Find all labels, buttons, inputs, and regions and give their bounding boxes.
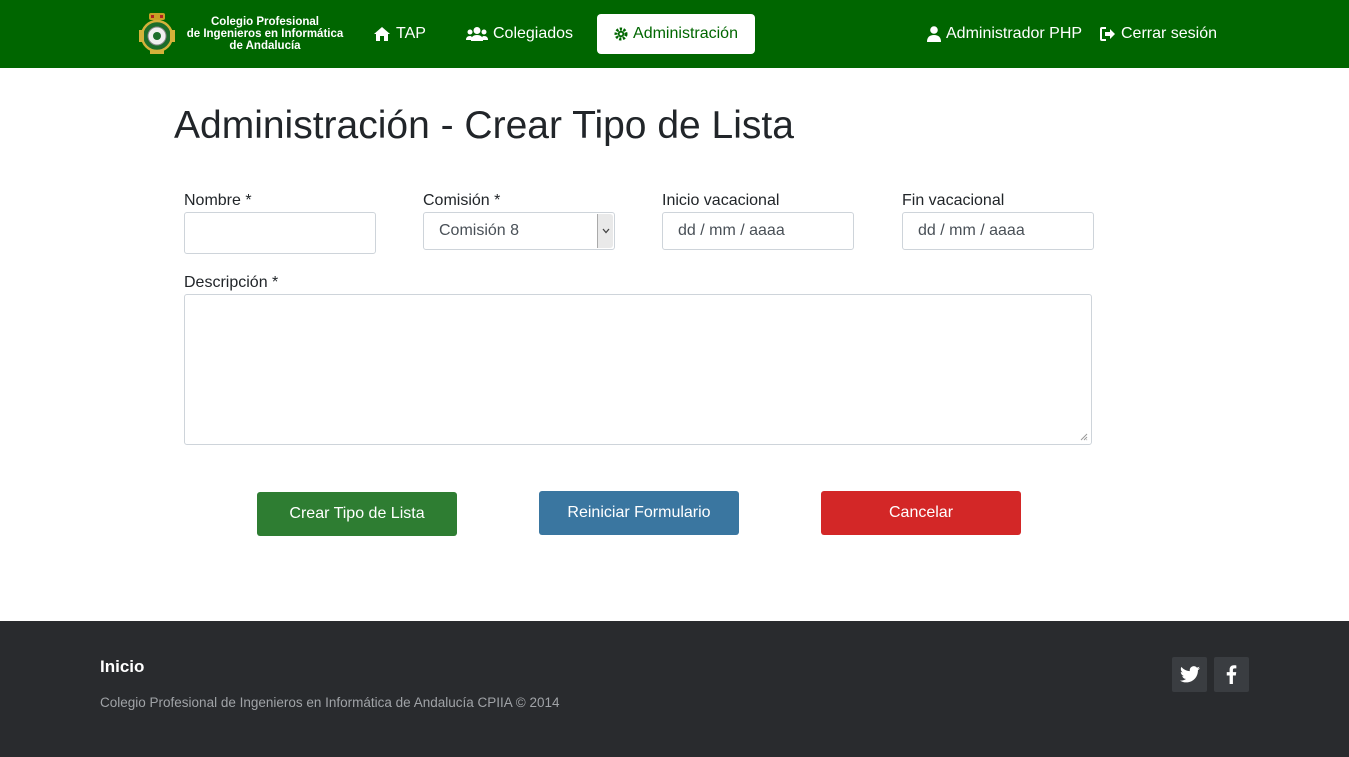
- fin-label: Fin vacacional: [902, 192, 1005, 209]
- nombre-input[interactable]: [184, 212, 376, 254]
- twitter-button[interactable]: [1172, 657, 1207, 692]
- nav-administracion-label: Administración: [633, 25, 738, 42]
- reset-form-button[interactable]: Reiniciar Formulario: [539, 491, 739, 535]
- nav-colegiados-label: Colegiados: [493, 25, 574, 42]
- gear-icon: [614, 27, 628, 41]
- users-icon: [466, 26, 488, 42]
- brand-line-1: Colegio Profesional: [211, 16, 319, 28]
- facebook-button[interactable]: [1214, 657, 1249, 692]
- navbar: Colegio Profesional de Ingenieros en Inf…: [0, 0, 1349, 68]
- descripcion-label: Descripción *: [184, 274, 279, 291]
- nav-logout[interactable]: Cerrar sesión: [1100, 14, 1217, 54]
- brand-line-2: de Ingenieros en Informática: [186, 28, 344, 40]
- create-list-type-button[interactable]: Crear Tipo de Lista: [257, 492, 457, 536]
- resize-grip-icon[interactable]: [1080, 433, 1088, 441]
- brand-link[interactable]: Colegio Profesional de Ingenieros en Inf…: [137, 12, 347, 56]
- footer-copyright: Colegio Profesional de Ingenieros en Inf…: [100, 695, 560, 710]
- nombre-label: Nombre *: [184, 192, 252, 209]
- nav-user[interactable]: Administrador PHP: [927, 14, 1082, 54]
- nav-administracion[interactable]: Administración: [597, 14, 755, 54]
- nav-tap[interactable]: TAP: [373, 14, 426, 54]
- chevron-down-icon: [597, 214, 613, 248]
- brand-name: Colegio Profesional de Ingenieros en Inf…: [183, 16, 347, 52]
- inicio-placeholder: dd / mm / aaaa: [678, 222, 785, 239]
- nav-colegiados[interactable]: Colegiados: [466, 14, 573, 54]
- user-icon: [927, 26, 941, 42]
- comision-selected-value: Comisión 8: [439, 222, 520, 239]
- comision-select[interactable]: Comisión 8: [423, 212, 615, 250]
- fin-date-input[interactable]: dd / mm / aaaa: [902, 212, 1094, 250]
- sign-out-icon: [1100, 27, 1116, 41]
- brand-line-3: de Andalucía: [229, 40, 301, 52]
- fin-placeholder: dd / mm / aaaa: [918, 222, 1025, 239]
- descripcion-textarea[interactable]: [184, 294, 1092, 445]
- cancel-button[interactable]: Cancelar: [821, 491, 1021, 535]
- facebook-icon: [1226, 665, 1237, 684]
- nav-logout-label: Cerrar sesión: [1121, 25, 1218, 42]
- twitter-icon: [1179, 666, 1200, 683]
- home-icon: [373, 26, 391, 42]
- nav-user-label: Administrador PHP: [946, 25, 1083, 42]
- inicio-date-input[interactable]: dd / mm / aaaa: [662, 212, 854, 250]
- inicio-label: Inicio vacacional: [662, 192, 780, 209]
- footer: Inicio Colegio Profesional de Ingenieros…: [0, 621, 1349, 757]
- footer-home-link[interactable]: Inicio: [100, 657, 144, 677]
- page-title: Administración - Crear Tipo de Lista: [174, 104, 794, 147]
- comision-label: Comisión *: [423, 192, 501, 209]
- crest-logo-icon: [139, 13, 175, 54]
- nav-tap-label: TAP: [396, 25, 426, 42]
